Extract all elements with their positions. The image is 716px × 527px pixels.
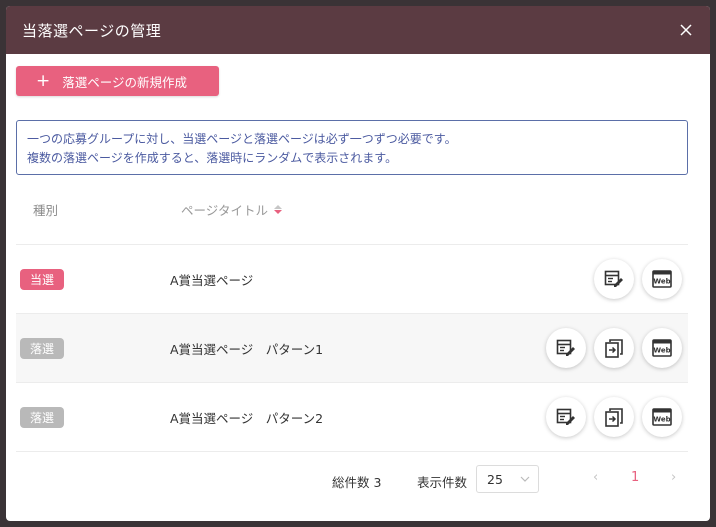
notice-line-1: 一つの応募グループに対し、当選ページと落選ページは必ず一つずつ必要です。	[27, 132, 457, 146]
table-row: 当選 A賞当選ページ Web	[16, 245, 688, 313]
row-actions: Web	[594, 259, 682, 299]
create-lose-page-label: 落選ページの新規作成	[62, 74, 188, 90]
preview-button[interactable]: Web	[642, 328, 682, 368]
close-icon[interactable]	[676, 20, 696, 40]
table-row: 落選 A賞当選ページ パターン2 Web	[16, 383, 688, 451]
svg-text:Web: Web	[653, 278, 670, 286]
row-actions: Web	[546, 328, 682, 368]
edit-icon	[556, 339, 575, 356]
copy-button[interactable]	[594, 397, 634, 437]
per-page-label: 表示件数	[417, 475, 468, 490]
prev-page-button[interactable]: ‹	[593, 470, 598, 485]
svg-text:Web: Web	[653, 347, 670, 355]
edit-button[interactable]	[546, 328, 586, 368]
column-header-type: 種別	[33, 200, 58, 219]
status-badge-lose: 落選	[20, 337, 64, 359]
row-title: A賞当選ページ	[170, 272, 254, 288]
next-page-button[interactable]: ›	[671, 470, 676, 485]
web-icon: Web	[652, 339, 672, 357]
edit-icon	[556, 408, 575, 425]
edit-icon	[604, 270, 623, 287]
row-title: A賞当選ページ パターン1	[170, 341, 324, 357]
edit-button[interactable]	[594, 259, 634, 299]
modal-title: 当落選ページの管理	[22, 21, 162, 40]
chevron-down-icon	[520, 476, 530, 482]
total-count: 総件数 3	[332, 475, 382, 490]
status-badge-lose: 落選	[20, 406, 64, 428]
row-title: A賞当選ページ パターン2	[170, 410, 324, 426]
copy-icon	[605, 408, 623, 427]
sort-icon[interactable]	[274, 205, 283, 214]
divider	[16, 451, 688, 452]
plus-icon: +	[36, 70, 51, 91]
status-badge-win: 当選	[20, 268, 64, 290]
per-page-select[interactable]: 25	[476, 465, 539, 493]
notice-line-2: 複数の落選ページを作成すると、落選時にランダムで表示されます。	[27, 151, 398, 165]
modal-header: 当落選ページの管理	[6, 6, 710, 54]
table-row: 落選 A賞当選ページ パターン1 Web	[16, 314, 688, 382]
svg-text:Web: Web	[653, 416, 670, 424]
preview-button[interactable]: Web	[642, 259, 682, 299]
copy-icon	[605, 339, 623, 358]
edit-button[interactable]	[546, 397, 586, 437]
column-header-title[interactable]: ページタイトル	[181, 200, 283, 219]
preview-button[interactable]: Web	[642, 397, 682, 437]
row-actions: Web	[546, 397, 682, 437]
column-header-type-label: 種別	[33, 203, 59, 218]
create-lose-page-button[interactable]: + 落選ページの新規作成	[16, 66, 219, 96]
web-icon: Web	[652, 408, 672, 426]
info-notice: 一つの応募グループに対し、当選ページと落選ページは必ず一つずつ必要です。 複数の…	[16, 120, 688, 175]
copy-button[interactable]	[594, 328, 634, 368]
column-header-title-label: ページタイトル	[181, 203, 269, 218]
per-page-value: 25	[487, 471, 503, 487]
page-number-current[interactable]: 1	[631, 470, 639, 485]
web-icon: Web	[652, 270, 672, 288]
